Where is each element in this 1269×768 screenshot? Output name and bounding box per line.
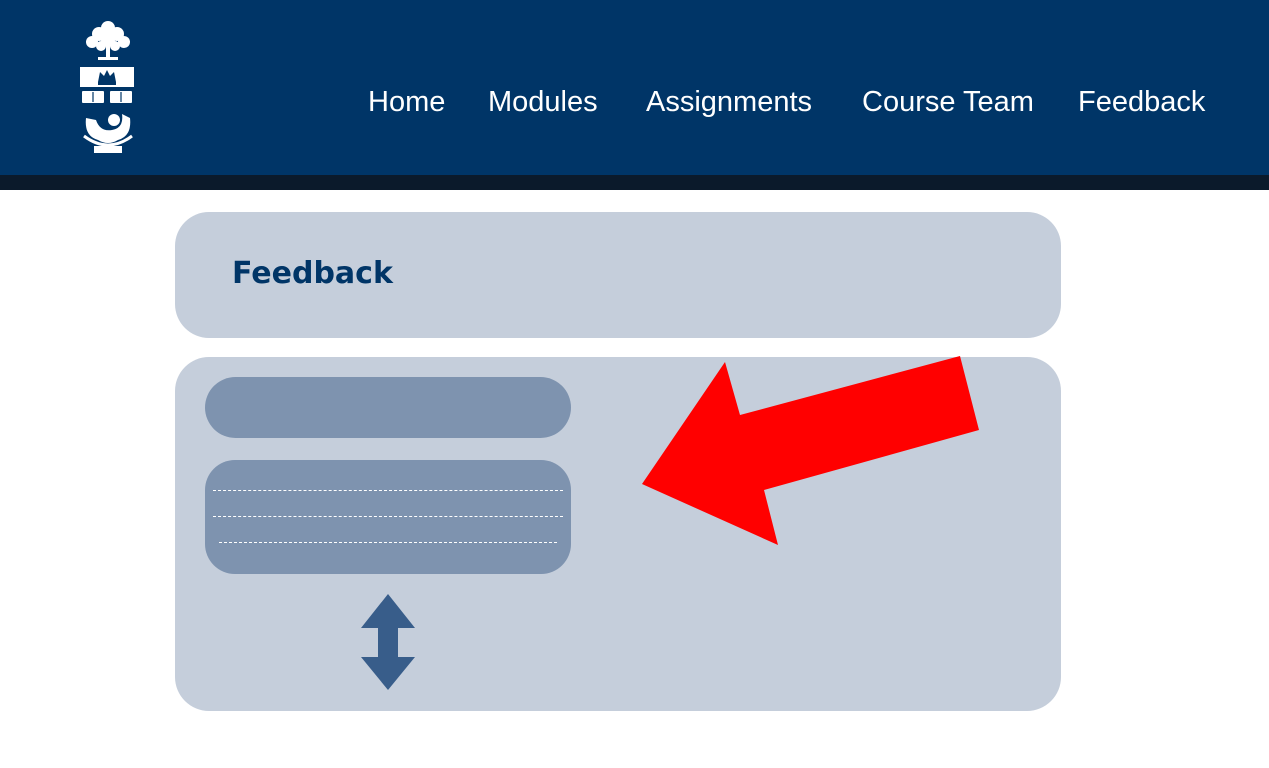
- text-line: [213, 516, 563, 517]
- main-navigation: Home Modules Assignments Course Team Fee…: [0, 84, 1269, 120]
- page-title: Feedback: [232, 256, 393, 291]
- text-line: [219, 542, 557, 543]
- header-divider: [0, 175, 1269, 190]
- feedback-subject-field[interactable]: [205, 377, 571, 438]
- nav-assignments[interactable]: Assignments: [646, 84, 812, 120]
- nav-home[interactable]: Home: [368, 84, 445, 120]
- feedback-message-textarea[interactable]: [205, 460, 571, 574]
- text-line: [213, 490, 563, 491]
- nav-course-team[interactable]: Course Team: [862, 84, 1034, 120]
- nav-modules[interactable]: Modules: [488, 84, 598, 120]
- nav-feedback[interactable]: Feedback: [1078, 84, 1205, 120]
